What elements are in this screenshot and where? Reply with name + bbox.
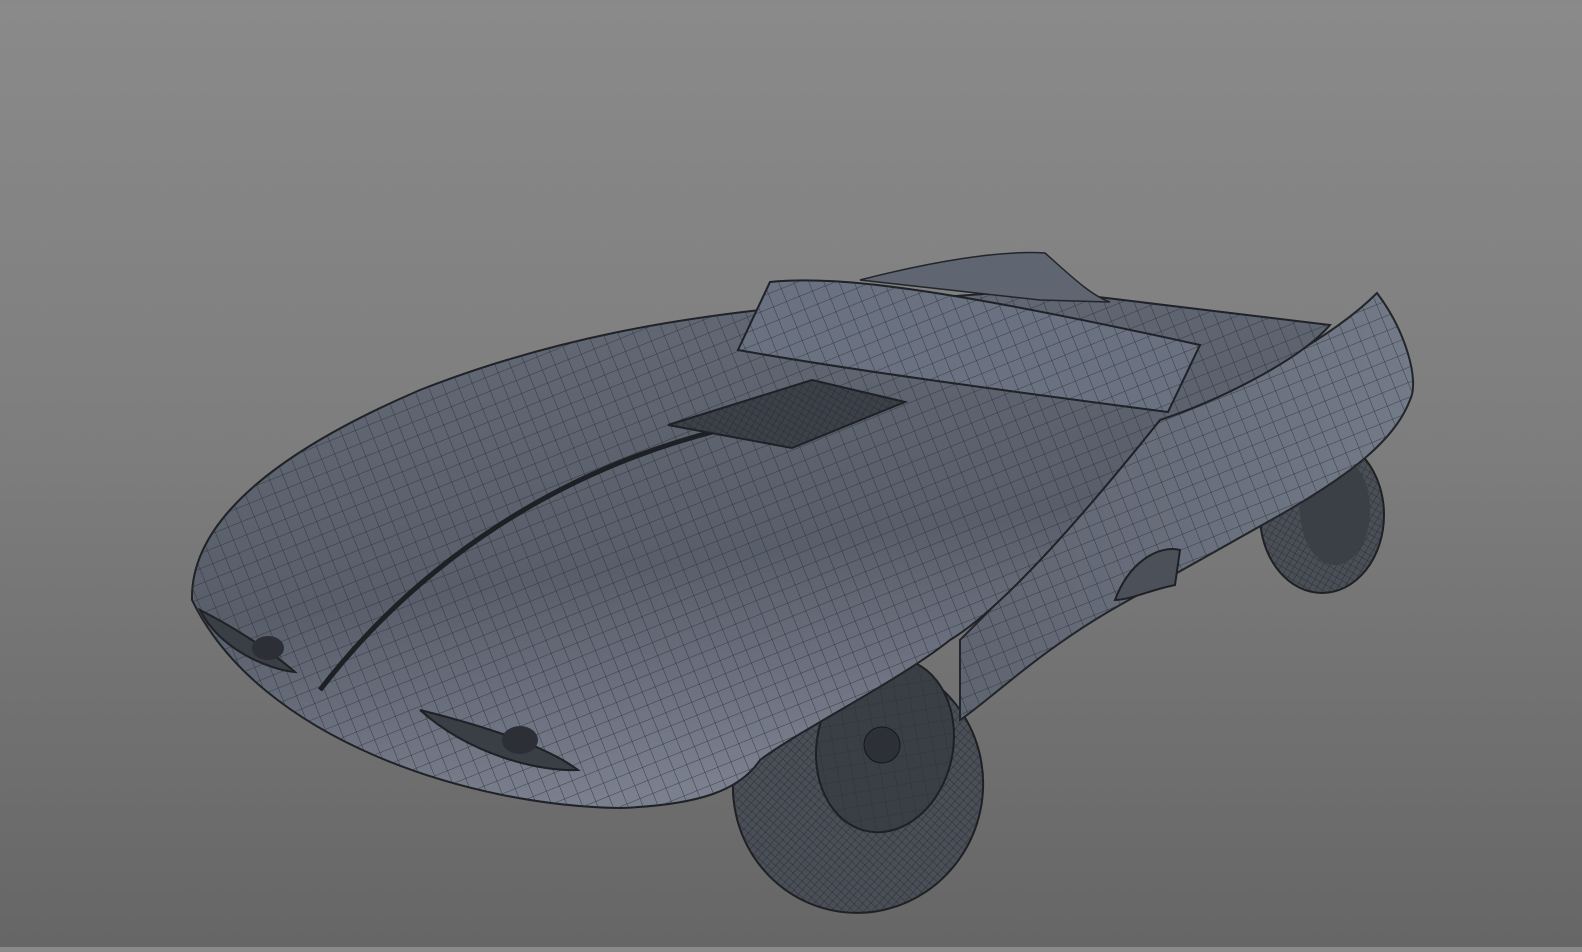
car-model-render[interactable] [0, 0, 1582, 947]
3d-viewport[interactable] [0, 0, 1582, 947]
